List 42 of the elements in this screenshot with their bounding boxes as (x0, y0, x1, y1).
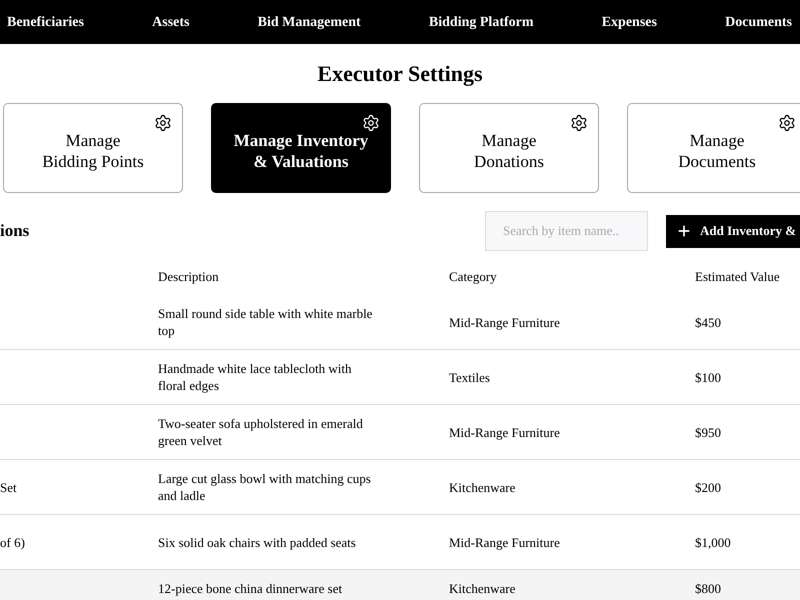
nav-link[interactable]: Documents (725, 12, 792, 32)
nav-link[interactable]: Expenses (602, 12, 657, 32)
table-cell: $200 (695, 480, 721, 494)
table-cell: Mid-Range Furniture (449, 314, 560, 330)
settings-icon (362, 114, 380, 132)
table-cell: Large cut glass bowl with matching cups and ladle (158, 471, 371, 503)
settings-icon (154, 114, 172, 132)
section-title: ions (0, 220, 30, 242)
search-field[interactable]: Search by item name.. (485, 211, 648, 251)
nav-link[interactable]: Assets (152, 12, 190, 32)
table-cell: Two-seater sofa upholstered in emerald green velvet (158, 416, 363, 448)
table-cell: Six solid oak chairs with padded seats (158, 534, 356, 550)
column-header: Description (158, 268, 220, 286)
column-header: Estimated Value (695, 268, 780, 286)
table-cell: of 6) (0, 534, 25, 550)
table-cell: $800 (695, 581, 721, 596)
table-cell: $1,000 (695, 534, 731, 550)
table-cell: Kitchenware (449, 480, 516, 494)
settings-card[interactable]: Manage Documents (627, 103, 800, 193)
table-cell: Handmade white lace tablecloth with floral edges (158, 361, 352, 393)
table-cell: Set (0, 480, 17, 494)
nav-link[interactable]: Bid Management (258, 12, 361, 32)
column-header: Category (449, 268, 498, 286)
table-cell: $450 (695, 314, 721, 330)
nav-link[interactable]: Bidding Platform (428, 12, 534, 32)
settings-icon (570, 114, 588, 132)
table-cell: Mid-Range Furniture (449, 534, 560, 550)
settings-card[interactable]: Manage Donations (419, 103, 599, 193)
table-cell: Small round side table with white marble top (158, 306, 372, 338)
add-inventory-button[interactable]: Add Inventory & (666, 214, 800, 248)
table-cell: Textiles (449, 370, 490, 384)
page-title: Executor Settings (316, 60, 484, 88)
settings-card[interactable]: Manage Inventory & Valuations (211, 103, 391, 193)
table-cell: Mid-Range Furniture (449, 424, 560, 440)
plus-icon (676, 223, 692, 239)
nav-link[interactable]: Beneficiaries (7, 12, 84, 32)
table-cell: $950 (695, 424, 721, 440)
table-cell: Kitchenware (449, 581, 516, 596)
table-cell: $100 (695, 370, 721, 384)
settings-card[interactable]: Manage Bidding Points (3, 103, 183, 193)
table-cell: 12-piece bone china dinnerware set (158, 581, 342, 596)
settings-icon (778, 114, 796, 132)
